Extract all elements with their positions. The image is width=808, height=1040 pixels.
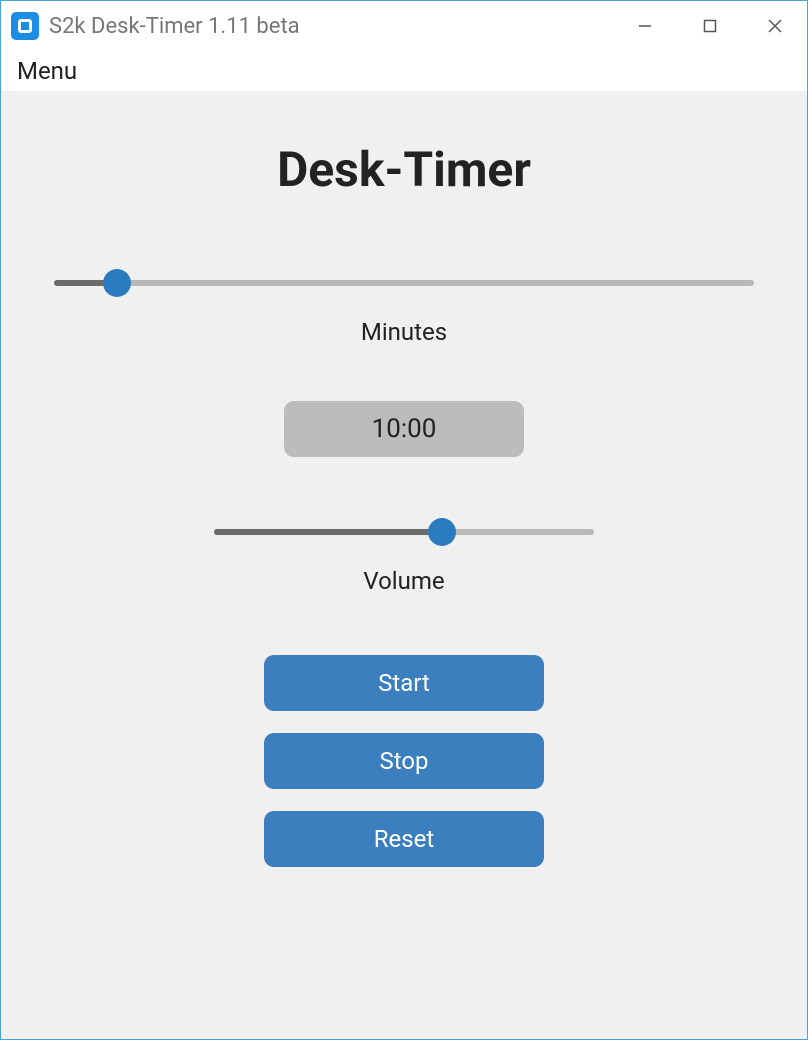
- close-button[interactable]: [742, 1, 807, 51]
- app-window: S2k Desk-Timer 1.11 beta Menu Desk-Timer…: [0, 0, 808, 1040]
- maximize-button[interactable]: [677, 1, 742, 51]
- minimize-button[interactable]: [612, 1, 677, 51]
- minimize-icon: [638, 19, 652, 33]
- maximize-icon: [703, 19, 717, 33]
- app-icon-inner: [18, 19, 32, 33]
- reset-button[interactable]: Reset: [264, 811, 544, 867]
- stop-button[interactable]: Stop: [264, 733, 544, 789]
- page-title: Desk-Timer: [277, 141, 531, 198]
- minutes-slider-thumb[interactable]: [103, 269, 131, 297]
- minutes-slider-row: Minutes: [51, 268, 757, 346]
- app-icon: [11, 12, 39, 40]
- window-title: S2k Desk-Timer 1.11 beta: [49, 14, 612, 39]
- start-button[interactable]: Start: [264, 655, 544, 711]
- volume-slider[interactable]: [214, 517, 594, 547]
- menubar: Menu: [1, 51, 807, 91]
- time-display: 10:00: [284, 401, 524, 457]
- volume-slider-fill: [214, 529, 442, 535]
- volume-label: Volume: [363, 567, 444, 595]
- content-area: Desk-Timer Minutes 10:00 Volume Start St…: [1, 91, 807, 1039]
- button-group: Start Stop Reset: [264, 655, 544, 867]
- titlebar: S2k Desk-Timer 1.11 beta: [1, 1, 807, 51]
- window-controls: [612, 1, 807, 51]
- volume-slider-thumb[interactable]: [428, 518, 456, 546]
- close-icon: [768, 19, 782, 33]
- minutes-slider[interactable]: [54, 268, 754, 298]
- menu-item-menu[interactable]: Menu: [9, 53, 85, 89]
- minutes-label: Minutes: [361, 318, 447, 346]
- minutes-slider-track: [54, 280, 754, 286]
- volume-slider-row: Volume: [51, 517, 757, 595]
